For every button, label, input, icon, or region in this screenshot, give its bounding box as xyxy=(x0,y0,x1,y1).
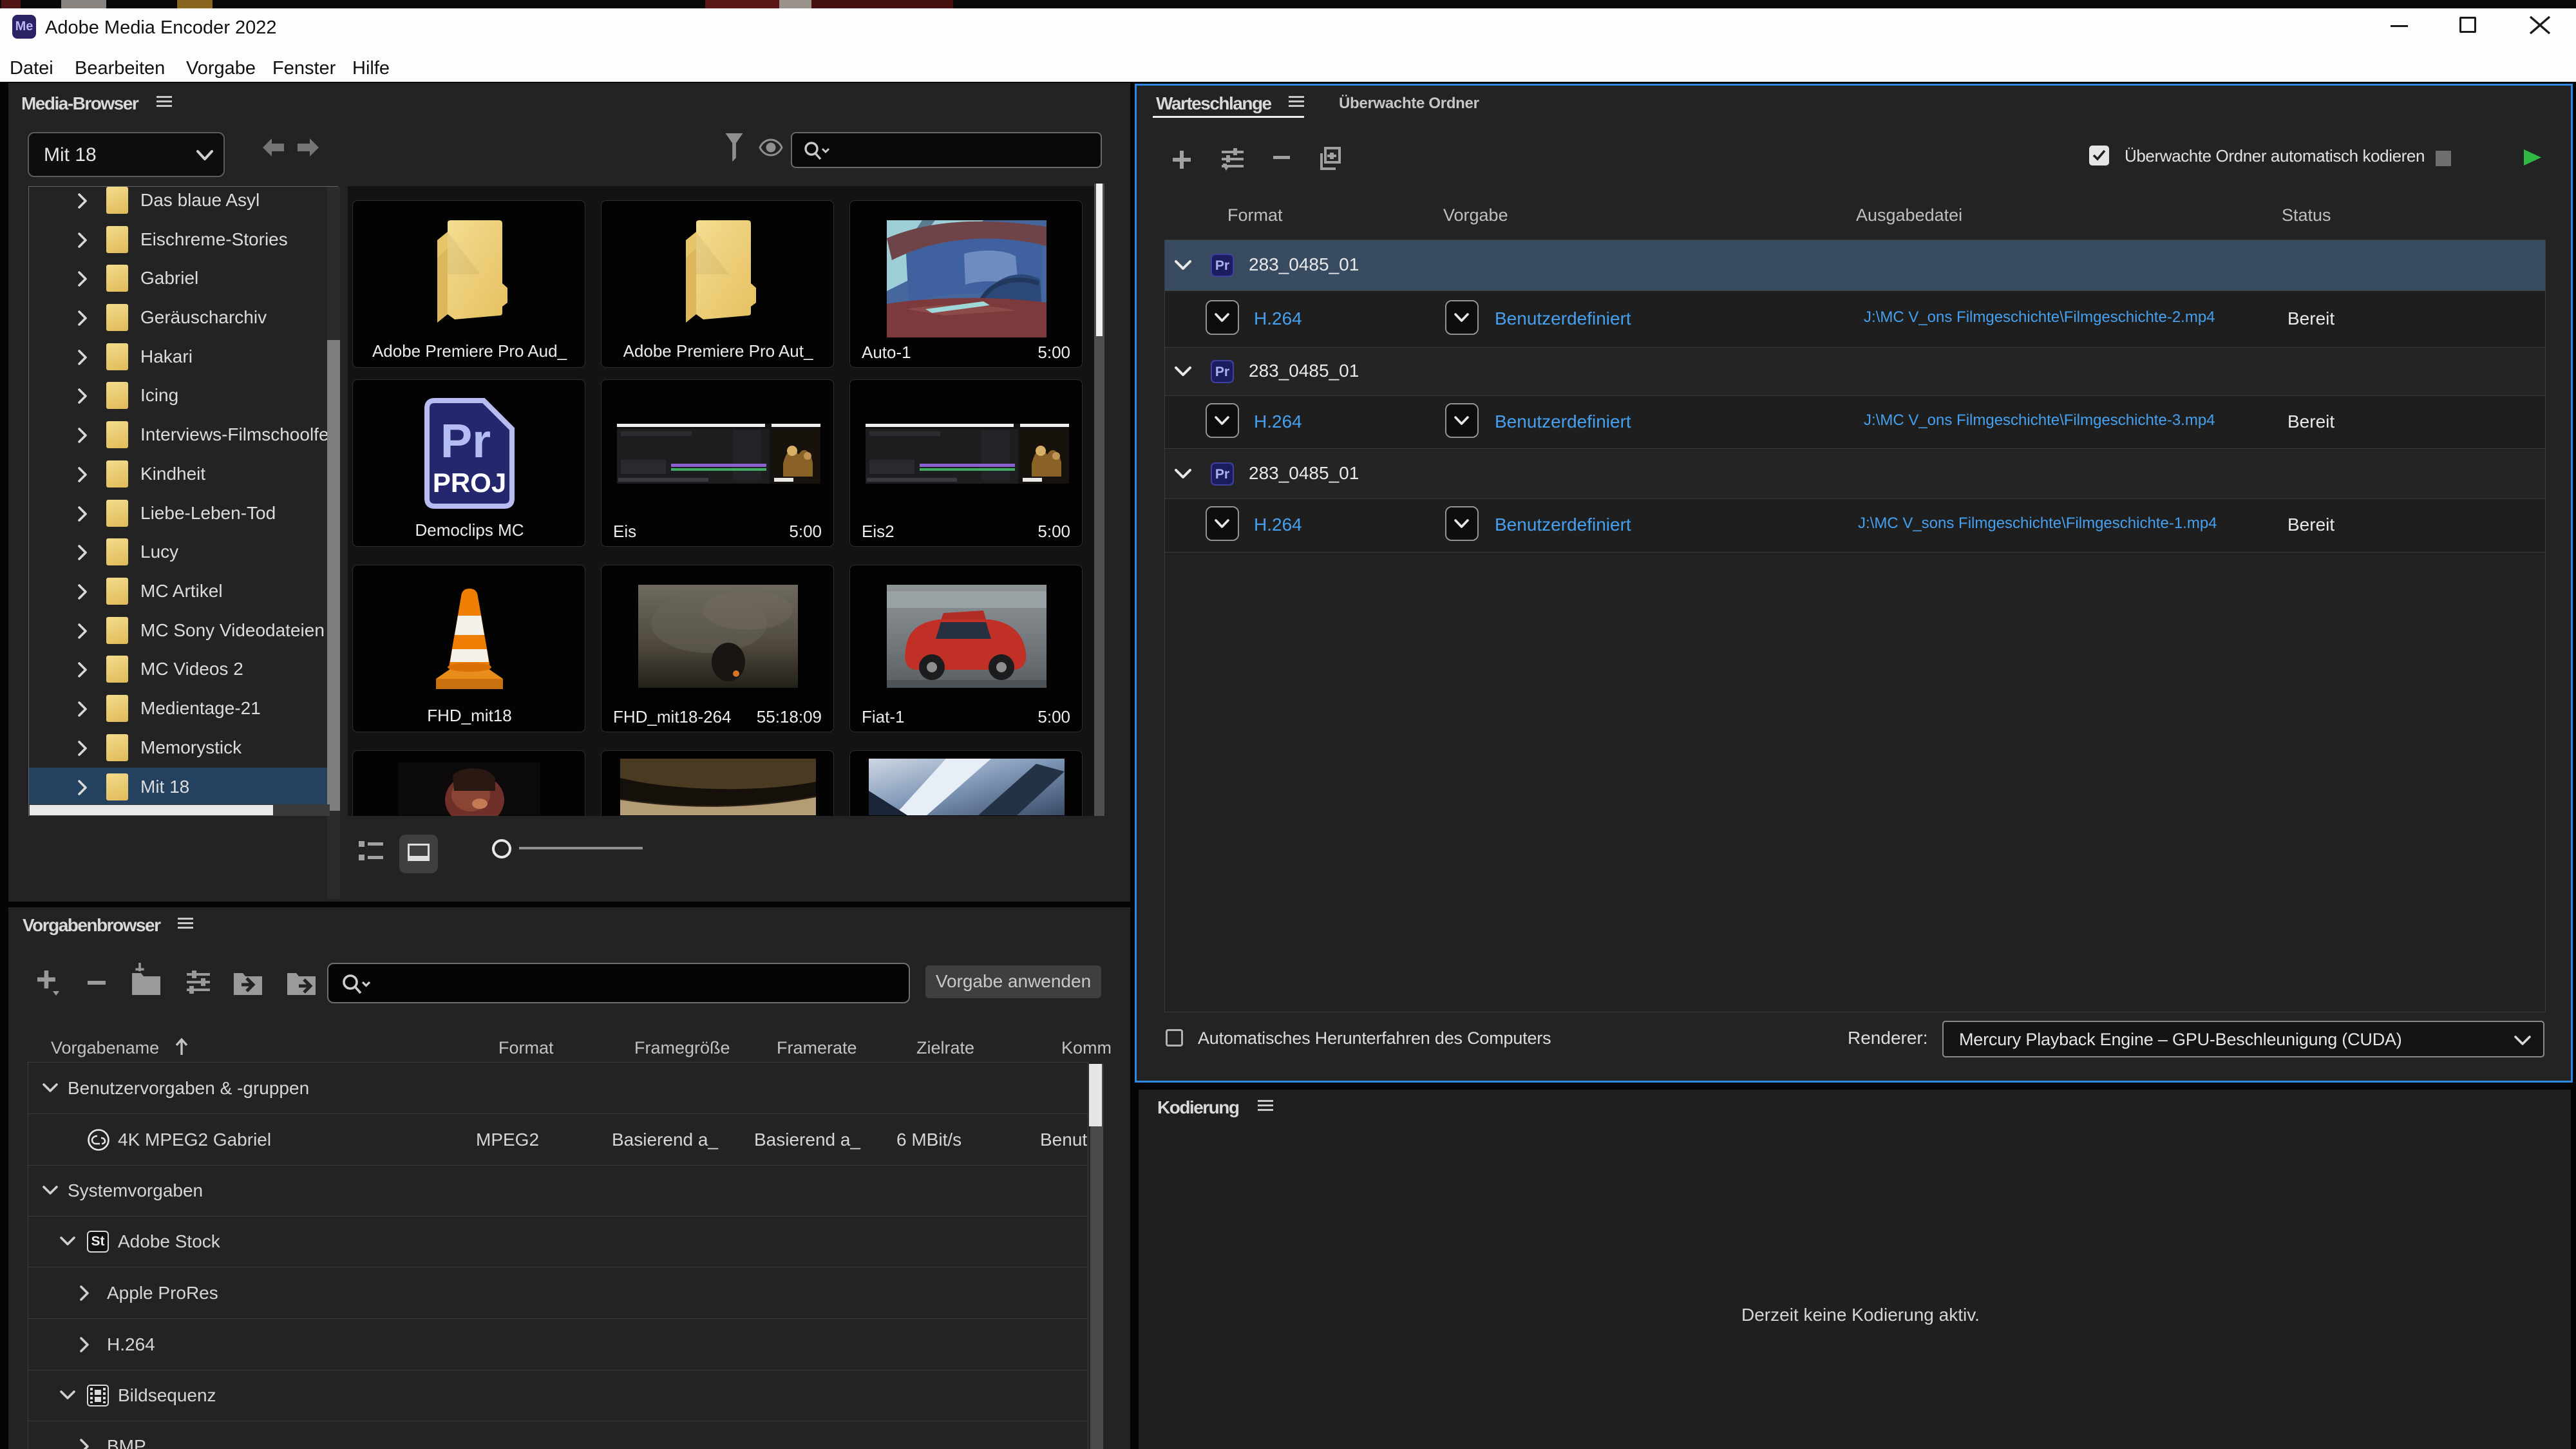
svg-text:PROJ: PROJ xyxy=(433,468,506,498)
svg-text:Pr: Pr xyxy=(440,414,491,468)
